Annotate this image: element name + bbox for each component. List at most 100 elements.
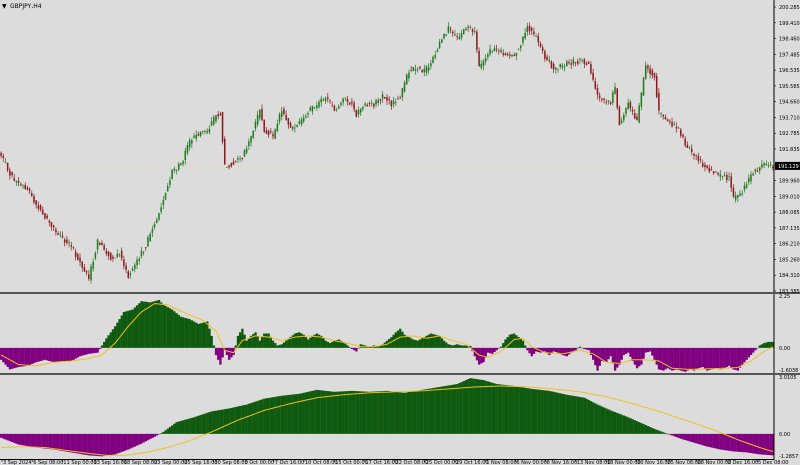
histogram-bar (688, 433, 691, 442)
histogram-bar (43, 433, 47, 449)
candle-body (447, 26, 450, 33)
histogram-bar (462, 381, 465, 434)
histogram-bar (396, 392, 400, 434)
histogram-bar (613, 347, 617, 371)
candle-body (493, 47, 496, 52)
candle-body (730, 176, 733, 188)
x-tick-label: 5 Dec 08:00 (758, 460, 788, 465)
candle-body (745, 184, 748, 188)
x-tick-label: 20 Nov 16:00 (637, 460, 671, 465)
histogram-bar (563, 347, 566, 356)
histogram-bar (133, 307, 137, 348)
candle-body (701, 163, 704, 167)
candle-body (524, 32, 526, 39)
candle-body (675, 126, 678, 129)
histogram-bar (589, 401, 593, 434)
candle-body (302, 117, 305, 122)
histogram-bar (519, 387, 522, 434)
histogram-bar (4, 433, 7, 440)
histogram-bar (199, 323, 202, 348)
histogram-bar (24, 433, 27, 446)
histogram-bar (594, 347, 597, 366)
histogram-bar (208, 412, 211, 434)
candle-body (109, 252, 112, 260)
histogram-bar (296, 332, 299, 348)
candle-body (379, 99, 382, 101)
candle-body (116, 253, 119, 257)
x-tick-label: 6 Sep 08:00 (33, 460, 63, 465)
candle-body (324, 98, 327, 101)
histogram-bar (653, 428, 656, 434)
histogram-bar (690, 433, 694, 443)
histogram-bar (81, 347, 84, 356)
candle-body (81, 261, 83, 268)
histogram-bar (190, 417, 194, 434)
candle-body (557, 68, 559, 70)
histogram-bar (554, 392, 558, 434)
candle-body (237, 157, 239, 160)
histogram-bar (530, 388, 533, 434)
candle-body (0, 152, 2, 157)
candle-body (669, 121, 671, 123)
histogram-bar (392, 391, 395, 434)
candle-body (403, 82, 406, 92)
candle-body (660, 113, 662, 115)
histogram-bar (291, 394, 294, 434)
candle-body (79, 257, 81, 262)
histogram-bar (629, 418, 632, 434)
trading-chart[interactable]: ▼ GBPJPY,H4 200.285 199.410 198.460 197.485… (0, 0, 800, 465)
candle-body (706, 165, 708, 168)
candle-body (2, 155, 5, 158)
candle-body (539, 43, 542, 47)
candle-body (105, 250, 108, 254)
histogram-bar (181, 317, 185, 348)
histogram-bar (37, 347, 40, 362)
histogram-bar (195, 322, 198, 348)
candle-body (631, 109, 634, 112)
candle-body (107, 251, 110, 256)
histogram-bar (249, 403, 253, 434)
candle-body (460, 33, 463, 38)
histogram-bar (81, 433, 84, 455)
histogram-bar (712, 433, 715, 449)
histogram-bar (363, 391, 367, 434)
candle-body (254, 121, 257, 129)
histogram-bar (567, 347, 571, 355)
histogram-bar (620, 347, 623, 360)
candle-body (195, 134, 198, 139)
candle-body (226, 167, 228, 168)
histogram-bar (269, 397, 273, 434)
histogram-bar (10, 433, 14, 443)
histogram-bar (210, 335, 213, 348)
candle-body (375, 100, 377, 105)
candle-body (368, 103, 371, 104)
panel-separator[interactable] (0, 292, 800, 294)
candle-body (416, 68, 419, 70)
histogram-bar (631, 347, 634, 362)
histogram-bar (155, 300, 159, 348)
dropdown-icon[interactable]: ▼ (2, 3, 7, 10)
histogram-bar (223, 409, 226, 434)
histogram-bar (228, 408, 231, 434)
histogram-bar (17, 433, 20, 445)
symbol-title: GBPJPY,H4 (10, 3, 42, 10)
candle-body (373, 103, 375, 107)
histogram-bar (594, 403, 597, 434)
histogram-bar (324, 340, 327, 348)
x-tick-label: 30 Sep 08:00 (214, 460, 247, 465)
histogram-bar (142, 433, 145, 443)
histogram-bar (695, 347, 698, 370)
histogram-bar (339, 391, 343, 434)
candle-body (24, 184, 26, 189)
histogram-bar (499, 346, 503, 348)
histogram-bar (541, 390, 544, 434)
panel-separator[interactable] (0, 373, 800, 375)
histogram-bar (644, 425, 647, 434)
histogram-bar (679, 433, 683, 439)
histogram-bar (581, 347, 584, 349)
histogram-bar (304, 337, 308, 348)
candle-body (401, 88, 404, 98)
histogram-bar (633, 347, 637, 365)
histogram-bar (447, 344, 450, 348)
histogram-bar (265, 398, 268, 434)
